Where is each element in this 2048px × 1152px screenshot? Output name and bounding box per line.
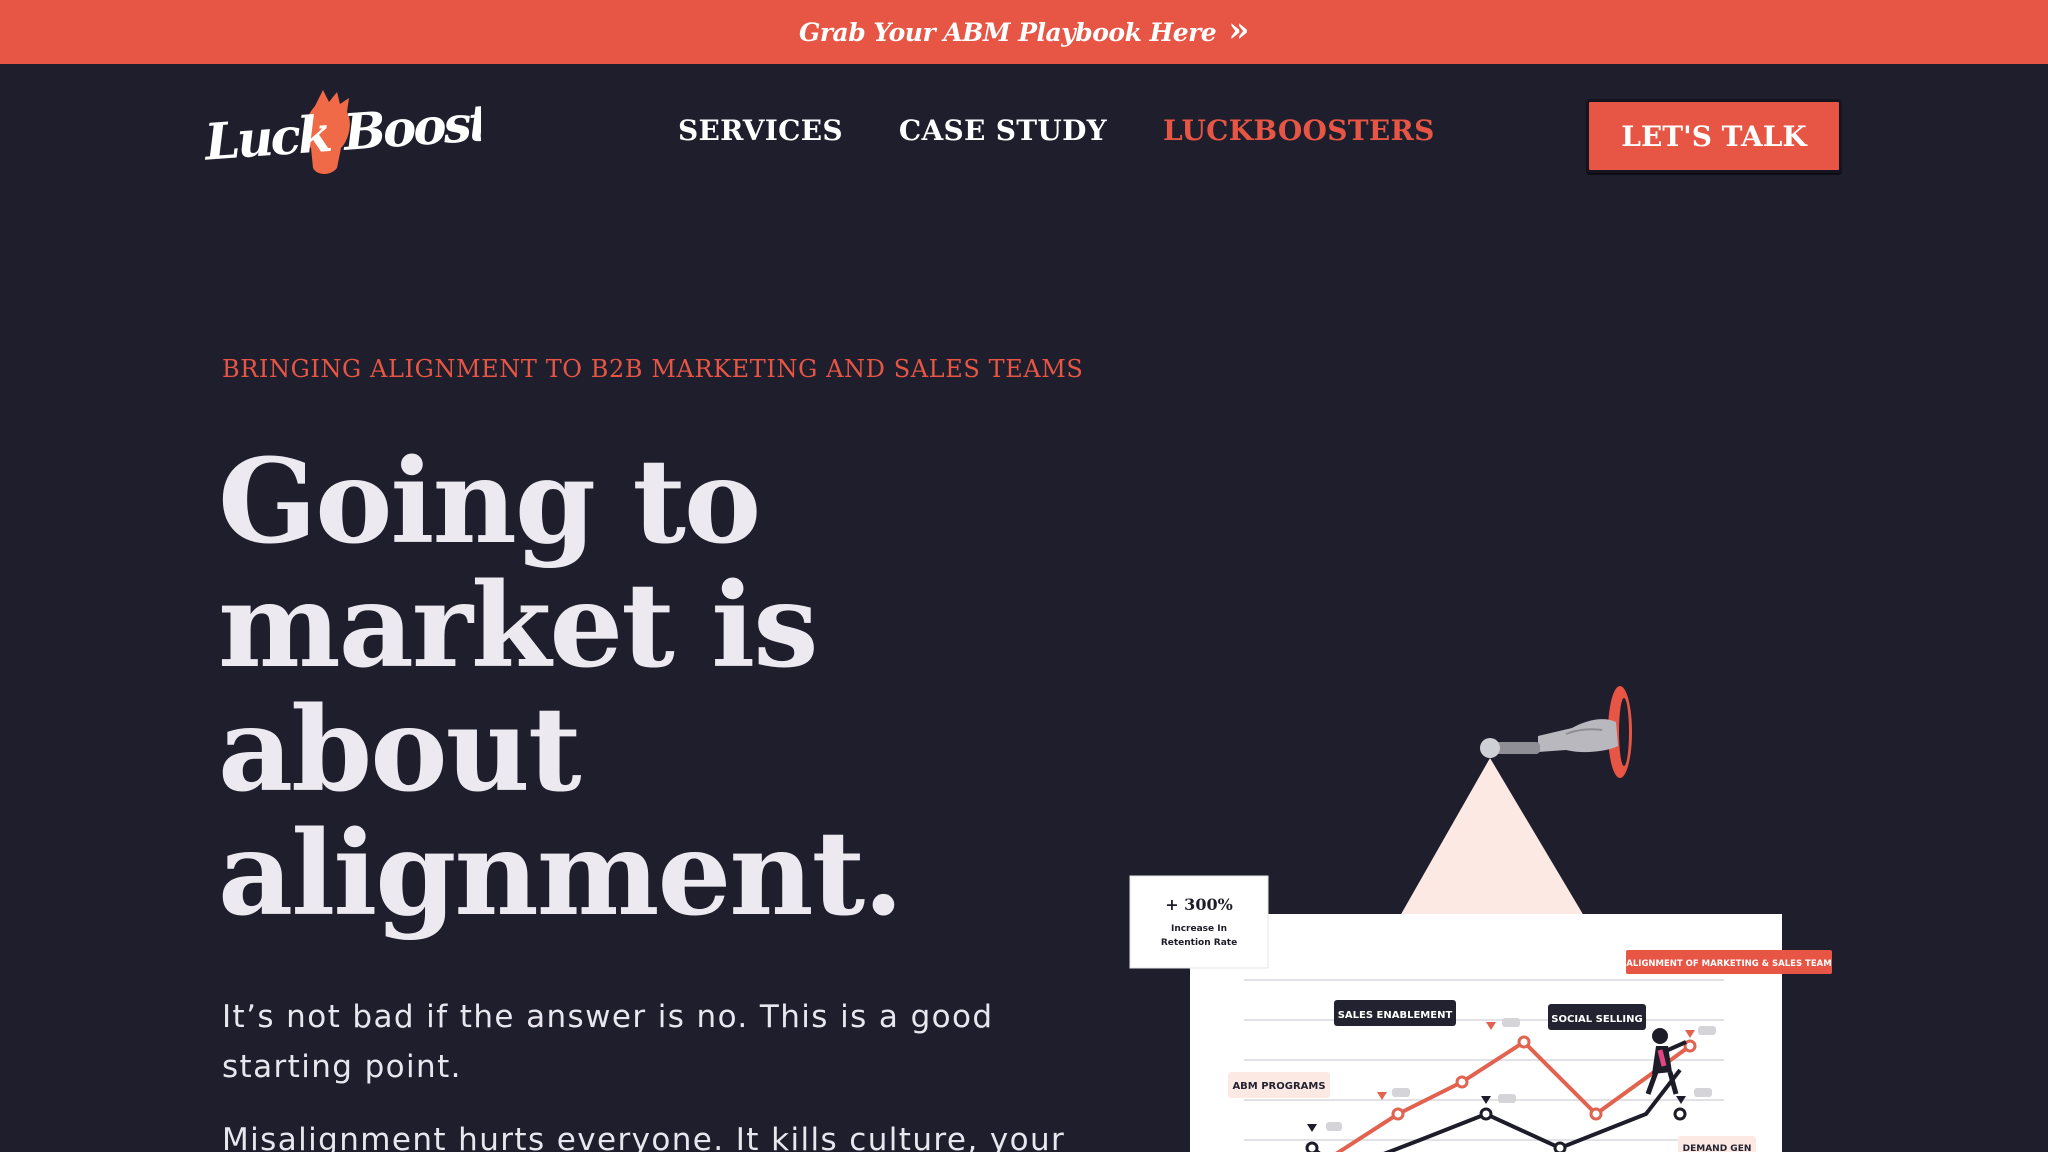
hero-title: Going to market is about alignment. <box>218 434 904 942</box>
nav-services[interactable]: SERVICES <box>678 114 843 147</box>
playbook-link-label: Grab Your ABM Playbook Here <box>799 17 1217 47</box>
light-beam <box>1400 758 1584 916</box>
logo-wordmark: Luck Boosters <box>203 88 481 172</box>
hero-paragraph-1: It’s not bad if the answer is no. This i… <box>222 999 994 1085</box>
announcement-bar: Grab Your ABM Playbook Here » <box>0 0 2048 64</box>
stat-card <box>1129 875 1269 969</box>
hero-eyebrow: BRINGING ALIGNMENT TO B2B MARKETING AND … <box>222 355 1084 383</box>
stat-value: + 300% <box>1165 895 1233 914</box>
label-sales-enablement: SALES ENABLEMENT <box>1338 1010 1453 1021</box>
hand-flashlight-icon <box>1538 719 1618 753</box>
nav-case-study[interactable]: CASE STUDY <box>899 114 1107 147</box>
alignment-banner-text: ALIGNMENT OF MARKETING & SALES TEAM <box>1626 959 1831 969</box>
label-abm-programs: ABM PROGRAMS <box>1232 1081 1325 1092</box>
nav-luckboosters[interactable]: LUCKBOOSTERS <box>1163 114 1435 147</box>
lets-talk-button[interactable]: LET'S TALK <box>1586 99 1842 173</box>
hero-paragraph-2: Misalignment hurts everyone. It kills cu… <box>222 1122 1066 1152</box>
stat-caption-line1: Increase In <box>1171 924 1227 934</box>
label-demand-gen: DEMAND GEN <box>1683 1144 1752 1152</box>
playbook-link[interactable]: Grab Your ABM Playbook Here » <box>799 13 1249 47</box>
stat-caption-line2: Retention Rate <box>1161 938 1237 948</box>
main-nav: SERVICES CASE STUDY LUCKBOOSTERS <box>678 114 1435 147</box>
label-social-selling: SOCIAL SELLING <box>1551 1014 1642 1025</box>
luckboosters-logo[interactable]: Luck Boosters <box>203 88 481 180</box>
double-chevron-right-icon: » <box>1228 10 1249 50</box>
alignment-illustration: SALES ENABLEMENT SOCIAL SELLING ABM PROG… <box>1129 686 1832 1152</box>
